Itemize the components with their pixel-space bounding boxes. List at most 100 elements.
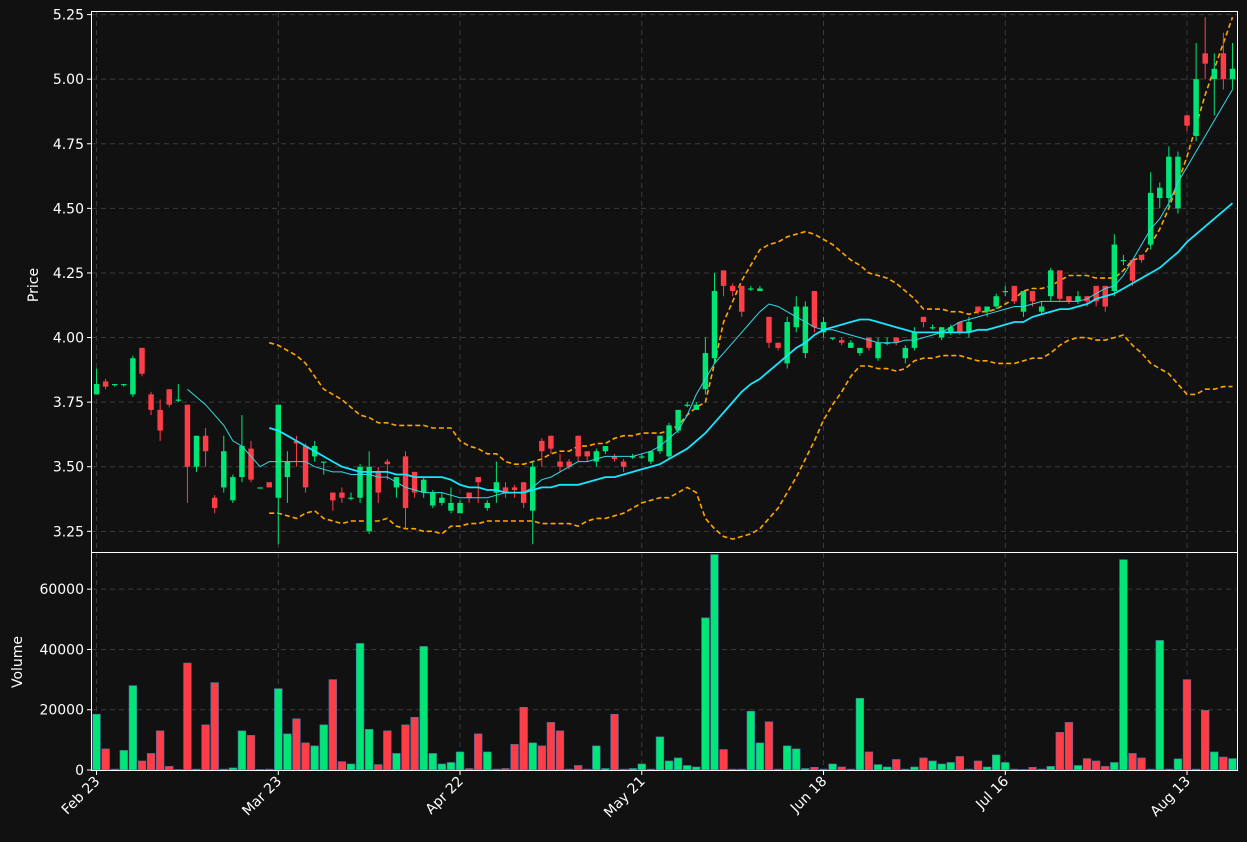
volume-bar-up bbox=[110, 768, 119, 771]
candle-body-down bbox=[766, 316, 772, 343]
volume-bar-up bbox=[746, 710, 755, 771]
candle-body-down bbox=[402, 456, 409, 509]
candle-body-up bbox=[993, 296, 999, 307]
volume-bar-down bbox=[1064, 722, 1074, 771]
volume-bar-up bbox=[319, 724, 328, 771]
candle-body-up bbox=[711, 291, 718, 359]
volume-bar-up bbox=[901, 768, 910, 771]
candle-body-down bbox=[148, 394, 154, 410]
candle-body-down bbox=[729, 285, 736, 292]
candle-body-up bbox=[321, 461, 327, 463]
volume-bar-down bbox=[201, 724, 210, 771]
candle-body-up bbox=[684, 404, 690, 406]
volume-bar-down bbox=[510, 744, 519, 771]
volume-bar-up bbox=[1073, 765, 1083, 771]
candle-body-down bbox=[548, 435, 554, 449]
candle-body-up bbox=[693, 404, 700, 410]
volume-bar-up bbox=[992, 754, 1001, 771]
volume-bar-up bbox=[437, 763, 447, 771]
volume-bar-down bbox=[464, 768, 474, 771]
volume-bar-up bbox=[455, 751, 465, 771]
volume-bar-up bbox=[446, 762, 456, 771]
candle-body-down bbox=[375, 471, 381, 493]
volume-bar-up bbox=[219, 768, 228, 771]
volume-bar-up bbox=[637, 763, 646, 771]
volume-bar-up bbox=[1164, 768, 1174, 771]
candle-body-up bbox=[984, 306, 990, 312]
candle-body-up bbox=[420, 479, 427, 493]
volume-bar-up bbox=[855, 697, 865, 771]
candle-body-up bbox=[448, 502, 454, 511]
candle-body-up bbox=[966, 322, 972, 333]
volume-bar-down bbox=[1201, 710, 1210, 771]
price-tick-label: 5.25 bbox=[53, 8, 84, 24]
volume-bar-down bbox=[955, 756, 964, 771]
candle-body-down bbox=[720, 270, 727, 286]
candle-body-down bbox=[466, 492, 472, 498]
volume-bar-up bbox=[1191, 768, 1201, 771]
candle-body-down bbox=[1066, 296, 1072, 302]
volume-bar-up bbox=[946, 762, 955, 771]
volume-bar-down bbox=[537, 745, 546, 771]
volume-bar-up bbox=[1037, 768, 1046, 771]
volume-bar-down bbox=[374, 764, 383, 771]
volume-bar-up bbox=[1019, 769, 1028, 771]
volume-bar-up bbox=[355, 643, 365, 771]
volume-bar-up bbox=[928, 760, 937, 771]
volume-bar-up bbox=[492, 768, 501, 771]
candle-body-up bbox=[1157, 187, 1163, 199]
volume-bar-up bbox=[419, 646, 428, 771]
candle-body-up bbox=[657, 435, 663, 452]
candle-body-up bbox=[902, 347, 909, 359]
volume-bar-up bbox=[828, 763, 837, 771]
volume-tick-label: 20000 bbox=[39, 703, 84, 719]
volume-bar-down bbox=[810, 766, 819, 771]
volume-bar-up bbox=[1173, 758, 1183, 771]
volume-axis-title: Volume bbox=[10, 636, 26, 688]
volume-bar-up bbox=[646, 768, 656, 771]
candle-body-down bbox=[511, 487, 518, 490]
candle-body-up bbox=[648, 451, 654, 462]
volume-bar-down bbox=[1182, 679, 1192, 771]
volume-tick-label: 40000 bbox=[39, 642, 84, 658]
candle-body-up bbox=[366, 466, 372, 532]
candle-body-up bbox=[639, 456, 645, 458]
candle-body-up bbox=[275, 404, 282, 498]
volume-bar-down bbox=[474, 733, 483, 771]
candle-body-down bbox=[811, 291, 818, 328]
candle-body-up bbox=[484, 502, 491, 509]
candle-body-up bbox=[111, 384, 118, 386]
candle-body-down bbox=[202, 435, 209, 452]
volume-bar-up bbox=[783, 745, 792, 771]
volume-bar-up bbox=[846, 768, 855, 771]
volume-bar-down bbox=[1219, 756, 1228, 771]
volume-bar-down bbox=[337, 761, 347, 771]
candle-body-down bbox=[739, 285, 745, 312]
volume-bar-down bbox=[973, 760, 983, 771]
candle-body-down bbox=[620, 461, 627, 467]
volume-bar-up bbox=[692, 766, 701, 771]
volume-bar-up bbox=[701, 617, 710, 771]
volume-bar-down bbox=[1010, 768, 1019, 771]
volume-bar-down bbox=[501, 768, 510, 771]
candle-body-down bbox=[330, 492, 336, 501]
volume-bar-up bbox=[964, 768, 974, 771]
volume-bar-down bbox=[146, 753, 156, 771]
candle-body-up bbox=[175, 399, 182, 401]
volume-bar-up bbox=[882, 766, 892, 771]
candle-body-up bbox=[1229, 68, 1236, 80]
volume-bar-up bbox=[710, 554, 719, 771]
candle-body-up bbox=[257, 487, 263, 489]
volume-bar-down bbox=[401, 724, 410, 771]
volume-bar-down bbox=[773, 768, 783, 771]
volume-tick-label: 0 bbox=[75, 763, 84, 779]
volume-bar-down bbox=[1137, 757, 1146, 771]
price-tick-label: 4.00 bbox=[53, 331, 84, 347]
candle-body-down bbox=[475, 477, 481, 483]
volume-bar-down bbox=[574, 765, 583, 771]
candle-body-down bbox=[1138, 254, 1145, 261]
volume-bar-up bbox=[92, 713, 101, 771]
volume-bar-up bbox=[1119, 559, 1128, 771]
candle-body-down bbox=[1029, 291, 1036, 302]
candle-body-up bbox=[1120, 260, 1127, 262]
